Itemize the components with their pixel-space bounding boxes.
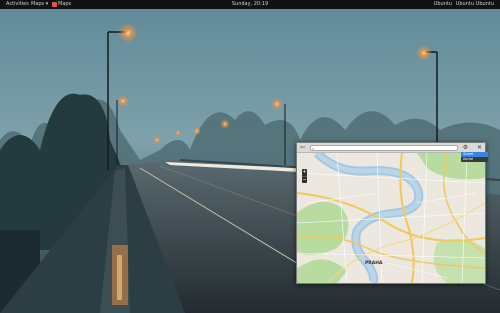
layers-button[interactable]: ⚙	[462, 144, 469, 151]
layer-option-aerial[interactable]: Aerial	[461, 157, 488, 162]
tray-item-3[interactable]: Ubuntu	[476, 0, 494, 9]
zoom-out-button[interactable]: −	[302, 176, 307, 183]
close-button[interactable]: ✕	[476, 144, 483, 151]
map-tiles	[297, 153, 485, 283]
tray-item-2[interactable]: Ubuntu	[456, 0, 474, 9]
search-icon: ⌕	[312, 145, 315, 151]
map-view[interactable]: + − PRAHA	[297, 153, 485, 283]
layer-menu: Street Aerial	[461, 152, 488, 162]
maps-icon	[52, 2, 57, 7]
clock[interactable]: Sunday, 20:19	[232, 0, 268, 9]
zoom-control: + −	[302, 169, 307, 183]
back-button[interactable]: ⇦	[299, 144, 306, 151]
close-icon: ✕	[476, 144, 483, 151]
maps-app-indicator[interactable]: Maps	[52, 0, 71, 9]
back-arrow-icon: ⇦	[299, 144, 306, 151]
gear-icon: ⚙	[462, 144, 469, 151]
app-menu[interactable]: Maps	[31, 0, 48, 9]
map-city-label: PRAHA	[365, 261, 383, 266]
maps-window: ⇦ ⌕ ⚙ ✕ + − PRAHA	[296, 142, 486, 284]
tray-item-1[interactable]: Ubuntu	[434, 0, 452, 9]
search-input[interactable]: ⌕	[310, 144, 458, 151]
maps-headerbar: ⇦ ⌕ ⚙ ✕	[297, 143, 485, 153]
maps-app-label: Maps	[58, 1, 72, 7]
zoom-in-button[interactable]: +	[302, 169, 307, 176]
activities-button[interactable]: Activities	[6, 0, 29, 9]
top-bar: Activities Maps Maps Sunday, 20:19 Ubunt…	[0, 0, 500, 9]
